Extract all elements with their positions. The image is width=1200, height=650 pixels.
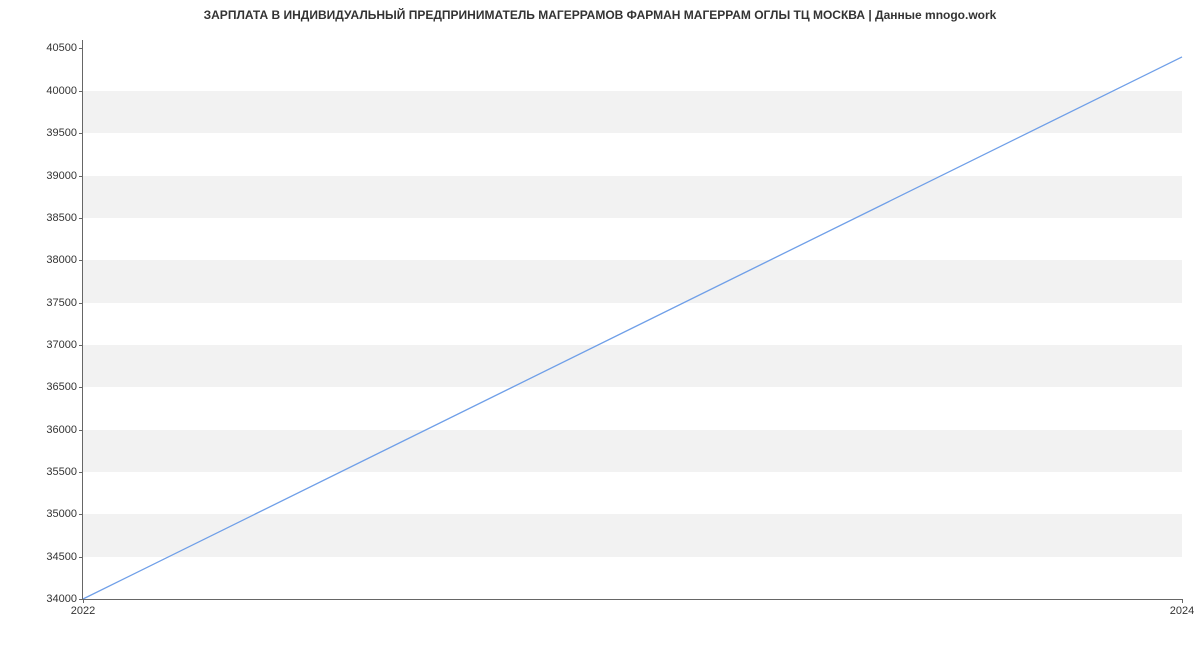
y-tick-mark — [79, 303, 83, 304]
y-tick-label: 36000 — [46, 424, 83, 436]
x-tick-mark — [1182, 599, 1183, 603]
y-tick-mark — [79, 176, 83, 177]
y-tick-mark — [79, 91, 83, 92]
y-tick-label: 35500 — [46, 466, 83, 478]
y-tick-label: 40000 — [46, 85, 83, 97]
y-tick-mark — [79, 260, 83, 261]
y-tick-label: 37000 — [46, 339, 83, 351]
y-tick-label: 38500 — [46, 212, 83, 224]
y-tick-label: 37500 — [46, 297, 83, 309]
y-tick-mark — [79, 514, 83, 515]
x-tick-mark — [83, 599, 84, 603]
y-tick-label: 39000 — [46, 170, 83, 182]
y-tick-label: 38000 — [46, 254, 83, 266]
plot-area: 3400034500350003550036000365003700037500… — [82, 40, 1182, 600]
y-tick-label: 34500 — [46, 551, 83, 563]
y-tick-mark — [79, 133, 83, 134]
chart-container: ЗАРПЛАТА В ИНДИВИДУАЛЬНЫЙ ПРЕДПРИНИМАТЕЛ… — [0, 0, 1200, 650]
y-tick-mark — [79, 387, 83, 388]
y-tick-mark — [79, 557, 83, 558]
y-tick-mark — [79, 48, 83, 49]
y-tick-label: 39500 — [46, 127, 83, 139]
y-tick-mark — [79, 218, 83, 219]
y-tick-label: 36500 — [46, 381, 83, 393]
data-line — [83, 57, 1182, 599]
chart-title: ЗАРПЛАТА В ИНДИВИДУАЛЬНЫЙ ПРЕДПРИНИМАТЕЛ… — [0, 0, 1200, 22]
y-tick-label: 35000 — [46, 508, 83, 520]
y-tick-mark — [79, 472, 83, 473]
line-series — [83, 40, 1182, 599]
y-tick-mark — [79, 345, 83, 346]
y-tick-mark — [79, 430, 83, 431]
y-tick-label: 40500 — [46, 42, 83, 54]
